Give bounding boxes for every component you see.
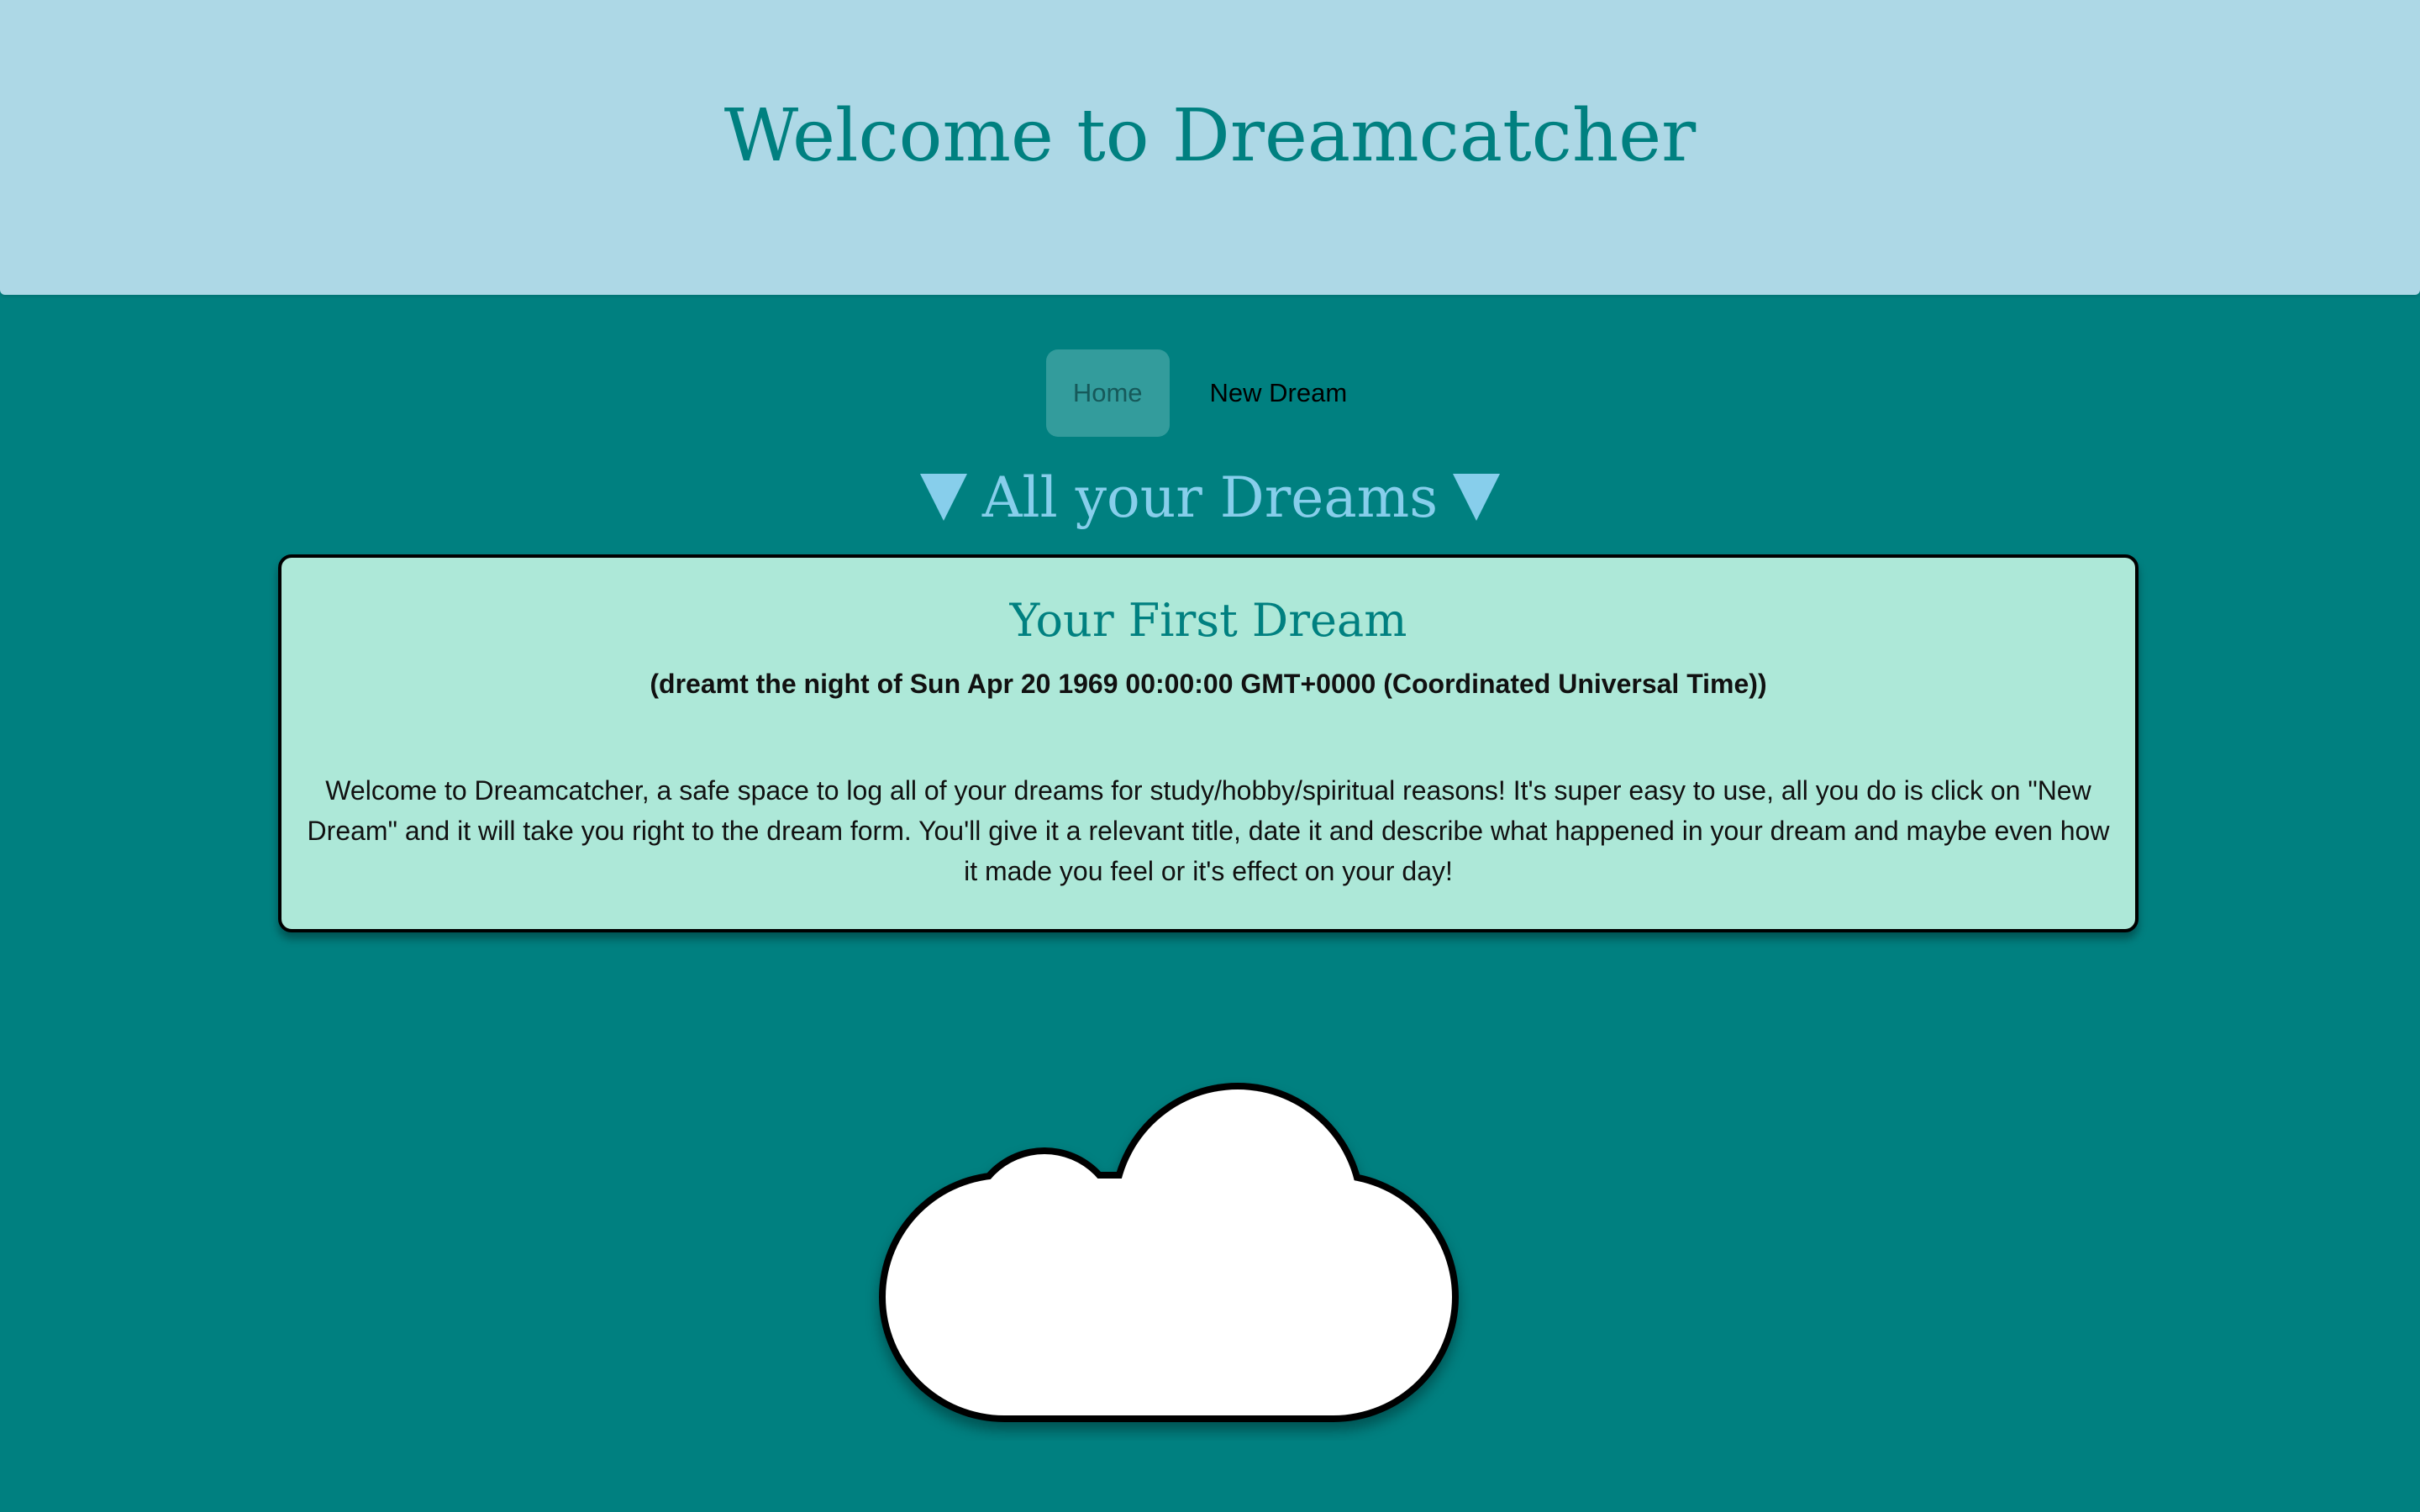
dream-date: (dreamt the night of Sun Apr 20 1969 00:… (650, 669, 1767, 699)
main-nav: Home New Dream (0, 349, 2420, 437)
section-heading-text: All your Dreams (981, 465, 1439, 530)
site-title: Welcome to Dreamcatcher (723, 94, 1697, 178)
dream-card: Your First Dream (dreamt the night of Su… (278, 554, 2139, 932)
down-triangle-icon (1453, 474, 1501, 521)
nav-home-link[interactable]: Home (1045, 349, 1170, 437)
down-triangle-icon (919, 474, 967, 521)
section-heading: All your Dreams (0, 458, 2420, 538)
dream-description: Welcome to Dreamcatcher, a safe space to… (307, 775, 2110, 886)
cloud-icon (879, 1083, 1459, 1422)
nav-new-dream-link[interactable]: New Dream (1183, 349, 1375, 437)
site-header: Welcome to Dreamcatcher (0, 0, 2420, 295)
dream-title: Your First Dream (1009, 594, 1407, 647)
